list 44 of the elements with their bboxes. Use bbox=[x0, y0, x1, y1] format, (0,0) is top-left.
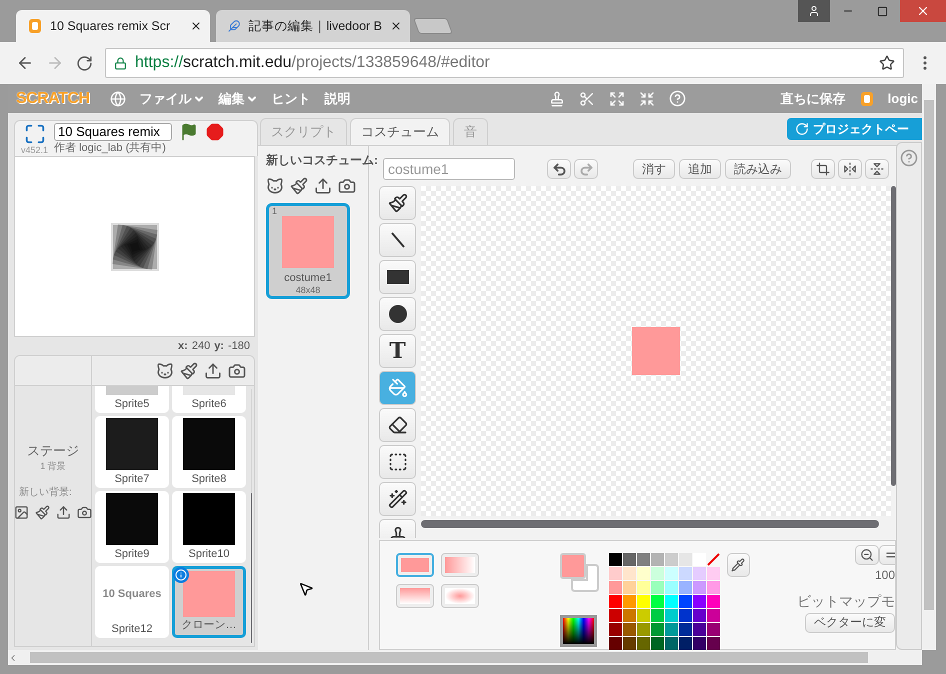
y-label: y: bbox=[214, 340, 224, 352]
browser-tab[interactable]: 記事の編集｜livedoor B bbox=[216, 10, 410, 42]
convert-vector-button[interactable]: ベクターに変 bbox=[805, 612, 895, 633]
new-backdrop-label: 新しい背景: bbox=[19, 487, 72, 499]
sprite-tile[interactable]: Sprite7 bbox=[95, 416, 169, 488]
sprite-tile[interactable]: Sprite8 bbox=[172, 416, 246, 488]
sprite-tile[interactable]: Sprite5 bbox=[95, 386, 169, 413]
sprite-name: Sprite8 bbox=[192, 473, 226, 485]
stage-label[interactable]: ステージ bbox=[27, 444, 79, 459]
costume-name: costume1 bbox=[284, 272, 332, 285]
sprite-name: Sprite10 bbox=[188, 548, 230, 560]
sprite-name: Sprite9 bbox=[114, 548, 150, 560]
author-text: 作者 logic_lab (共有中) bbox=[54, 142, 167, 155]
thumbnail-text: 10 Squares bbox=[102, 587, 162, 602]
editor-button[interactable]: 消す bbox=[633, 159, 675, 179]
new-costume-label: 新しいコスチューム: bbox=[266, 152, 378, 169]
sprite-tile[interactable]: Sprite10 bbox=[172, 491, 246, 563]
sprite-tile[interactable]: 10 Squares Sprite12 bbox=[95, 566, 169, 638]
sprite-name: Sprite7 bbox=[114, 473, 150, 485]
sprite-tile[interactable]: Sprite9 bbox=[95, 491, 169, 563]
sprite-name: Sprite6 bbox=[192, 398, 226, 410]
sprite-tile[interactable]: クローン… bbox=[172, 566, 246, 638]
sprite-tile[interactable]: Sprite6 bbox=[172, 386, 246, 413]
address-bar[interactable]: https://scratch.mit.edu/projects/133859648/#editor bbox=[105, 48, 904, 78]
editor-button[interactable]: 読み込み bbox=[725, 159, 791, 179]
sprite-name: Sprite5 bbox=[114, 398, 150, 410]
costume-number: 1 bbox=[272, 206, 278, 216]
editor-button[interactable]: 追加 bbox=[679, 159, 721, 179]
project-title-field[interactable]: 10 Squares remix bbox=[54, 123, 172, 141]
costume-size: 48x48 bbox=[296, 284, 320, 295]
x-label: x: bbox=[178, 340, 188, 352]
version-text: v452.1 bbox=[21, 145, 48, 156]
costume-tile[interactable]: 1 costume1 48x48 bbox=[266, 203, 350, 299]
editor-tab[interactable]: コスチューム bbox=[350, 118, 450, 145]
y-value: -180 bbox=[228, 340, 250, 352]
x-value: 240 bbox=[192, 340, 210, 352]
zoom-level: 100 bbox=[874, 569, 895, 583]
sprite-name: クローン… bbox=[182, 618, 236, 632]
backdrop-count: 1 背景 bbox=[40, 460, 66, 472]
text-tool[interactable]: T bbox=[379, 334, 416, 368]
bitmap-mode-label: ビットマップモ bbox=[797, 592, 895, 609]
url-text: https://scratch.mit.edu/projects/133859648/#editor bbox=[135, 54, 491, 72]
sprite-name: Sprite12 bbox=[112, 623, 152, 635]
browser-tab[interactable]: 10 Squares remix Scr bbox=[16, 10, 210, 42]
